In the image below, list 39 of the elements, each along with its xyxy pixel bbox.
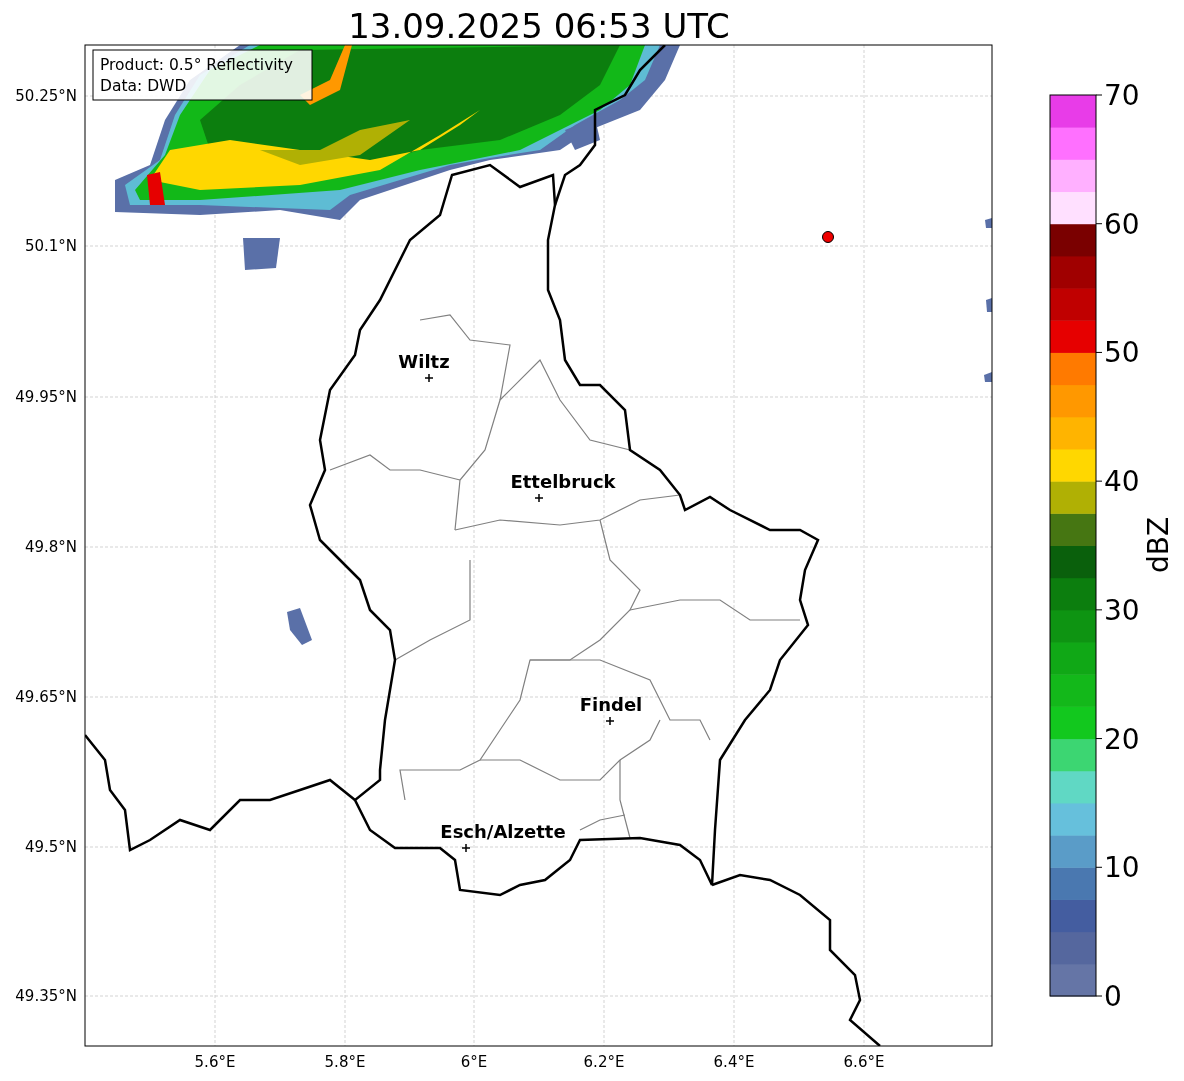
colorbar-tick-label: 70 (1104, 79, 1140, 112)
colorbar-label: dBZ (1142, 516, 1175, 574)
chart-title: 13.09.2025 06:53 UTC (348, 6, 730, 46)
radar-echo-patch (986, 298, 992, 312)
latitude-label: 49.35°N (15, 987, 77, 1005)
city-marker-icon (605, 716, 615, 726)
latitude-label: 49.95°N (15, 388, 77, 406)
city-marker-icon (534, 493, 544, 503)
longitude-label: 6.2°E (583, 1053, 625, 1071)
colorbar-tick-label: 50 (1104, 336, 1140, 370)
city-marker-icon (461, 843, 471, 853)
colorbar-tick-label: 20 (1104, 722, 1140, 756)
city-label: Wiltz (398, 351, 450, 372)
info-text: Product: 0.5° Reflectivity (100, 56, 293, 74)
longitude-label: 6°E (460, 1053, 488, 1071)
colorbar-tick-label: 0 (1104, 980, 1122, 1013)
latitude-label: 49.65°N (15, 688, 77, 706)
city-marker-icon (424, 373, 434, 383)
latitude-label: 50.1°N (24, 237, 77, 255)
city-label: Ettelbruck (510, 471, 616, 492)
info-text: Data: DWD (100, 77, 187, 95)
longitude-label: 5.6°E (194, 1053, 236, 1071)
city-label: Findel (579, 694, 643, 715)
radar-echo-patch (984, 372, 992, 382)
colorbar-tick-label: 40 (1104, 465, 1140, 499)
latitude-label: 49.8°N (24, 538, 77, 556)
colorbar-tick-label: 10 (1104, 851, 1140, 885)
radar-echo-patch (985, 218, 992, 228)
radar-echo-patch (243, 238, 280, 270)
location-dot (822, 231, 834, 243)
longitude-label: 6.6°E (843, 1053, 885, 1071)
longitude-label: 5.8°E (324, 1053, 366, 1071)
radar-echo-patch (287, 608, 312, 645)
latitude-label: 50.25°N (15, 87, 77, 105)
longitude-label: 6.4°E (713, 1053, 755, 1071)
colorbar-tick-label: 60 (1104, 207, 1140, 241)
latitude-label: 49.5°N (24, 838, 77, 856)
colorbar-tick-label: 30 (1104, 593, 1140, 627)
city-label: Esch/Alzette (440, 821, 566, 842)
